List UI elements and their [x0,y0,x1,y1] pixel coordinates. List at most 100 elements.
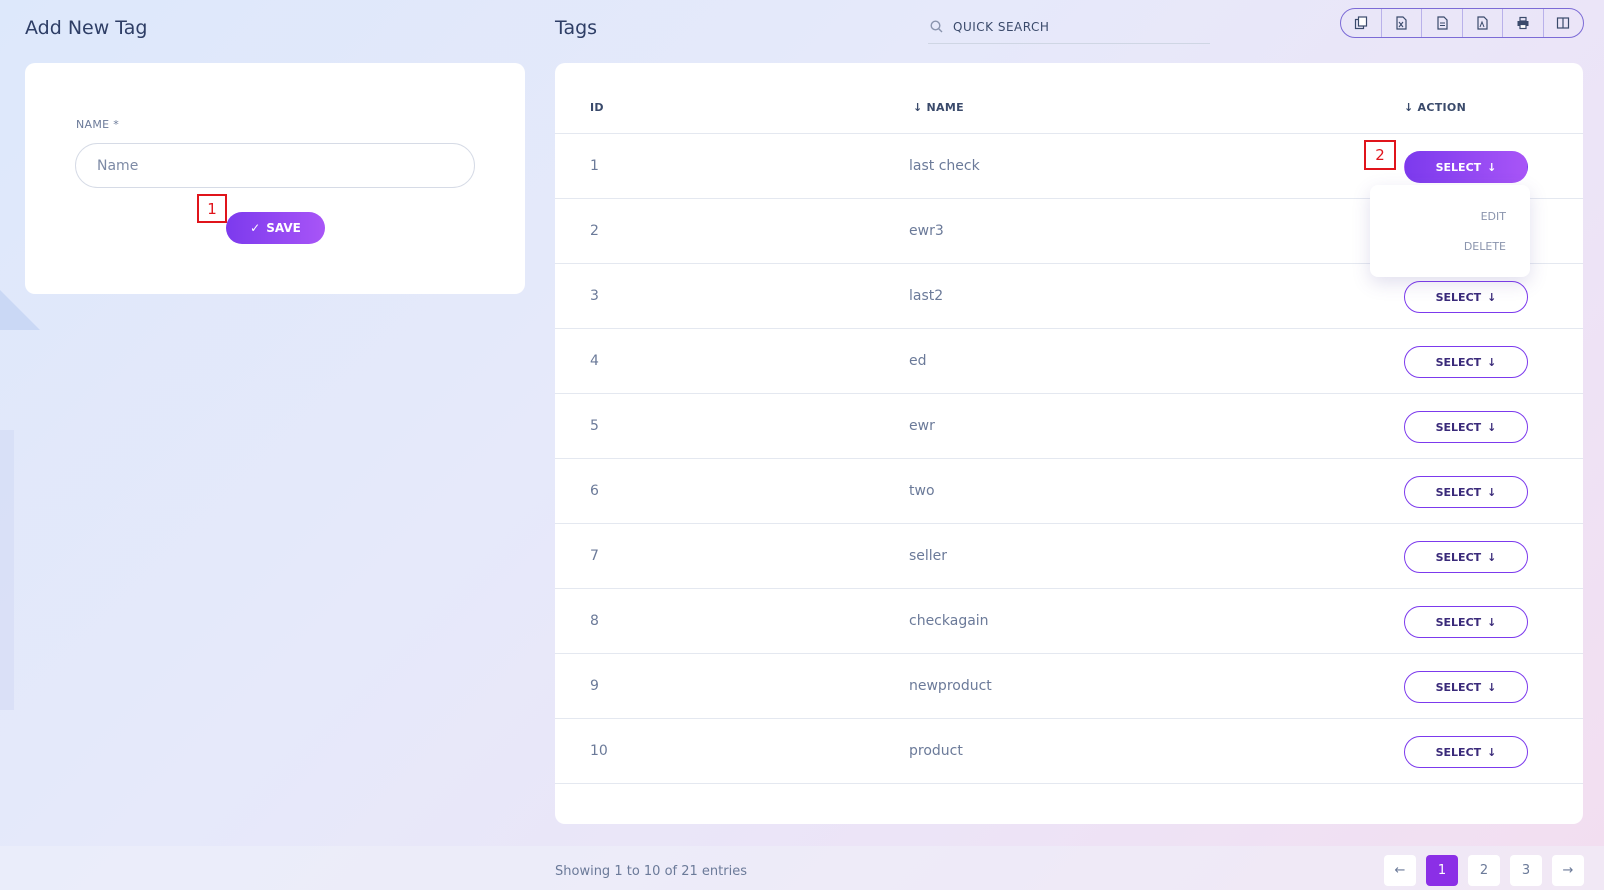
select-button-label: SELECT [1435,485,1482,499]
entries-info: Showing 1 to 10 of 21 entries [555,864,747,879]
header-action[interactable]: ↓ ACTION [1404,101,1466,114]
cell-id: 1 [590,158,599,174]
select-button[interactable]: SELECT ↓ [1404,606,1528,638]
arrow-down-icon: ↓ [1487,680,1497,694]
select-button-label: SELECT [1435,550,1482,564]
pdf-icon [1477,16,1488,30]
select-button-label: SELECT [1435,680,1482,694]
select-button[interactable]: SELECT ↓ [1404,476,1528,508]
cell-name: ed [909,353,927,369]
page-button-3[interactable]: 3 [1510,855,1542,886]
table-row: 7 seller SELECT ↓ [555,524,1583,589]
header-name[interactable]: ↓ NAME [913,101,964,114]
save-button-label: SAVE [266,221,301,235]
copy-button[interactable] [1341,9,1381,37]
arrow-down-icon: ↓ [1487,355,1497,369]
arrow-down-icon: ↓ [1487,550,1497,564]
cell-id: 7 [590,548,599,564]
page-button-2[interactable]: 2 [1468,855,1500,886]
annotation-marker-2: 2 [1364,140,1396,170]
table-row: 5 ewr SELECT ↓ [555,394,1583,459]
table-row: 8 checkagain SELECT ↓ [555,589,1583,654]
arrow-down-icon: ↓ [1487,745,1497,759]
cell-id: 3 [590,288,599,304]
name-input[interactable] [75,143,475,188]
menu-item-edit[interactable]: EDIT [1481,210,1506,223]
select-button[interactable]: SELECT ↓ [1404,671,1528,703]
save-button[interactable]: ✓ SAVE [226,212,325,244]
prev-page-button[interactable]: ← [1384,855,1416,886]
select-button-label: SELECT [1435,160,1482,174]
columns-button[interactable] [1542,9,1584,37]
cell-name: two [909,483,935,499]
arrow-down-icon: ↓ [1487,485,1497,499]
table-row: 10 product SELECT ↓ [555,719,1583,784]
menu-item-delete[interactable]: DELETE [1464,240,1506,253]
excel-button[interactable] [1380,9,1422,37]
header-action-label: ACTION [1417,101,1467,114]
cell-name: last2 [909,288,944,304]
arrow-right-icon: → [1562,863,1574,878]
cell-name: checkagain [909,613,989,629]
cell-id: 5 [590,418,599,434]
csv-icon [1437,16,1448,30]
name-field-label: NAME * [76,118,119,131]
add-tag-title: Add New Tag [25,17,148,39]
pdf-button[interactable] [1461,9,1503,37]
select-button-label: SELECT [1435,290,1482,304]
sort-arrow-icon: ↓ [1404,101,1414,114]
arrow-down-icon: ↓ [1487,160,1497,174]
arrow-down-icon: ↓ [1487,420,1497,434]
select-button-label: SELECT [1435,355,1482,369]
quick-search[interactable]: QUICK SEARCH [928,10,1210,44]
csv-button[interactable] [1421,9,1462,37]
select-button-label: SELECT [1435,745,1482,759]
sort-arrow-icon: ↓ [913,101,923,114]
export-toolbar [1340,8,1584,38]
arrow-left-icon: ← [1394,863,1406,878]
select-button-label: SELECT [1435,615,1482,629]
select-button[interactable]: SELECT ↓ [1404,346,1528,378]
table-row: 9 newproduct SELECT ↓ [555,654,1583,719]
next-page-button[interactable]: → [1552,855,1584,886]
footer-bar [0,846,1604,890]
cell-name: newproduct [909,678,992,694]
select-button-label: SELECT [1435,420,1482,434]
arrow-down-icon: ↓ [1487,615,1497,629]
cell-name: last check [909,158,980,174]
page-button-1[interactable]: 1 [1426,855,1458,886]
search-label: QUICK SEARCH [953,19,1050,34]
search-icon [930,20,943,33]
cell-id: 10 [590,743,608,759]
cell-id: 9 [590,678,599,694]
cell-id: 4 [590,353,599,369]
excel-icon [1396,16,1407,30]
select-button[interactable]: SELECT ↓ [1404,411,1528,443]
select-button[interactable]: SELECT ↓ [1404,736,1528,768]
cell-name: product [909,743,963,759]
background-shape [0,430,14,710]
cell-name: seller [909,548,948,564]
table-row: 6 two SELECT ↓ [555,459,1583,524]
tags-title: Tags [555,17,598,39]
cell-id: 8 [590,613,599,629]
select-button[interactable]: SELECT ↓ [1404,541,1528,573]
action-dropdown-menu: EDIT DELETE [1370,185,1530,277]
cell-id: 2 [590,223,599,239]
table-row: 4 ed SELECT ↓ [555,329,1583,394]
header-id[interactable]: ID [590,101,604,114]
cell-id: 6 [590,483,599,499]
print-icon [1517,16,1529,30]
annotation-marker-1: 1 [197,194,227,223]
copy-icon [1354,16,1367,30]
columns-icon [1557,17,1570,29]
arrow-down-icon: ↓ [1487,290,1497,304]
cell-name: ewr3 [909,223,944,239]
header-name-label: NAME [926,101,964,114]
print-button[interactable] [1502,9,1543,37]
cell-name: ewr [909,418,935,434]
check-icon: ✓ [250,221,261,235]
select-button[interactable]: SELECT ↓ [1404,281,1528,313]
add-tag-card: NAME * ✓ SAVE [25,63,525,294]
select-button[interactable]: SELECT ↓ [1404,151,1528,183]
